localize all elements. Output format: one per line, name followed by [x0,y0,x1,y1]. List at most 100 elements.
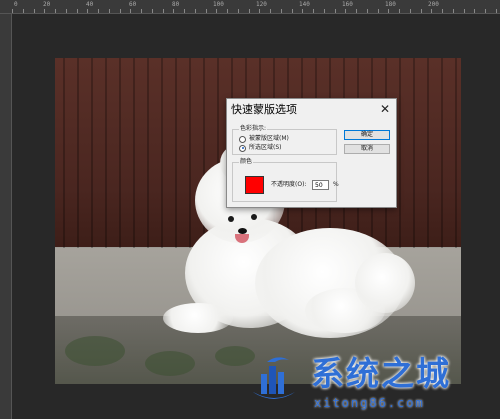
ruler-tick [313,9,314,13]
ruler-tick [334,9,336,13]
ruler-label: 0 [14,1,18,8]
radio-button[interactable] [239,135,246,143]
ruler-tick [237,9,239,13]
ruler-tick [173,9,175,13]
wall-slat [175,58,177,248]
ruler-tick [377,9,379,13]
ruler-tick [44,9,46,13]
wall-slat [77,58,79,248]
wall-slat [91,58,93,248]
moss-patch [65,336,125,366]
selected-areas-label: 所选区域(S) [249,144,282,151]
ruler-tick [205,9,207,13]
ruler-tick [119,9,121,13]
opacity-unit: % [333,181,339,188]
wall-slat [161,58,163,248]
ruler-tick [356,9,357,13]
ruler-tick [270,9,271,13]
dog-eye [228,216,234,222]
ruler-tick [345,9,347,13]
selected-areas-radio[interactable]: 所选区域(S) [239,144,282,152]
wall-slat [147,58,149,248]
close-icon[interactable]: ✕ [378,102,392,116]
ruler-tick [216,9,218,13]
ok-button[interactable]: 确定 [344,130,390,140]
opacity-input[interactable] [312,180,329,190]
ruler-label: 80 [172,1,180,8]
wall-slat [455,58,457,248]
ruler-tick [463,9,465,13]
wall-slat [441,58,443,248]
wall-slat [427,58,429,248]
site-logo-icon [253,357,295,399]
ruler-tick [108,9,110,13]
ruler-tick [162,9,164,13]
ruler-label: 160 [342,1,353,8]
ruler-tick [452,9,454,13]
color-group: 颜色 不透明度(O): % [232,158,339,202]
ruler-label: 100 [213,1,224,8]
ruler-tick [366,9,368,13]
color-indicates-label: 色彩指示: [239,125,268,133]
ruler-tick [130,9,132,13]
ruler-tick [141,9,142,13]
wall-slat [413,58,415,248]
wall-slat [119,58,121,248]
ruler-tick [87,9,89,13]
wall-slat [189,58,191,248]
ruler-tick [12,9,13,13]
cancel-button[interactable]: 取消 [344,144,390,154]
ruler-tick [302,9,304,13]
ruler-label: 140 [299,1,310,8]
watermark-title: 系统之城 [311,354,451,393]
ruler-tick [442,9,443,13]
ruler-label: 60 [129,1,137,8]
ruler-tick [388,9,390,13]
radio-button-checked[interactable] [239,144,246,152]
ruler-tick [33,9,35,13]
wall-slat [133,58,135,248]
color-indicates-group: 色彩指示: 被蒙版区域(M) 所选区域(S) [232,125,337,155]
dialog-title: 快速蒙版选项 [231,103,297,116]
color-group-label: 颜色 [239,158,254,166]
quick-mask-options-dialog: 快速蒙版选项 ✕ 色彩指示: 被蒙版区域(M) 所选区域(S) 颜色 不透明度(… [226,98,397,208]
ruler-tick [151,9,153,13]
ruler-tick [399,9,400,13]
dog-eye [251,214,257,220]
wall-slat [63,58,65,248]
vertical-ruler [0,14,12,419]
ruler-label: 120 [256,1,267,8]
ruler-tick [22,9,24,13]
ruler-tick [98,9,99,13]
ruler-tick [420,9,422,13]
moss-patch [145,351,195,376]
ruler-tick [495,9,497,13]
ruler-tick [259,9,261,13]
watermark-url: xitong86.com [314,396,425,410]
ruler-tick [248,9,250,13]
opacity-label: 不透明度(O): [271,181,307,188]
wall-slat [105,58,107,248]
ruler-tick [184,9,185,13]
ruler-label: 180 [385,1,396,8]
wall-slat [399,58,401,248]
masked-areas-radio[interactable]: 被蒙版区域(M) [239,135,289,143]
ruler-tick [323,9,325,13]
ruler-tick [194,9,196,13]
ruler-tick [431,9,433,13]
ruler-tick [280,9,282,13]
ruler-tick [55,9,56,13]
color-swatch[interactable] [245,176,264,194]
ruler-label: 200 [428,1,439,8]
ruler-tick [485,9,486,13]
masked-areas-label: 被蒙版区域(M) [249,135,289,142]
ruler-tick [409,9,411,13]
ruler-tick [76,9,78,13]
ruler-tick [65,9,67,13]
ruler-tick [227,9,228,13]
ruler-tick [291,9,293,13]
ruler-tick [474,9,476,13]
ruler-label: 20 [43,1,51,8]
ruler-label: 40 [86,1,94,8]
horizontal-ruler: 0 20 40 60 80 100 120 140 160 180 200 [0,0,500,14]
